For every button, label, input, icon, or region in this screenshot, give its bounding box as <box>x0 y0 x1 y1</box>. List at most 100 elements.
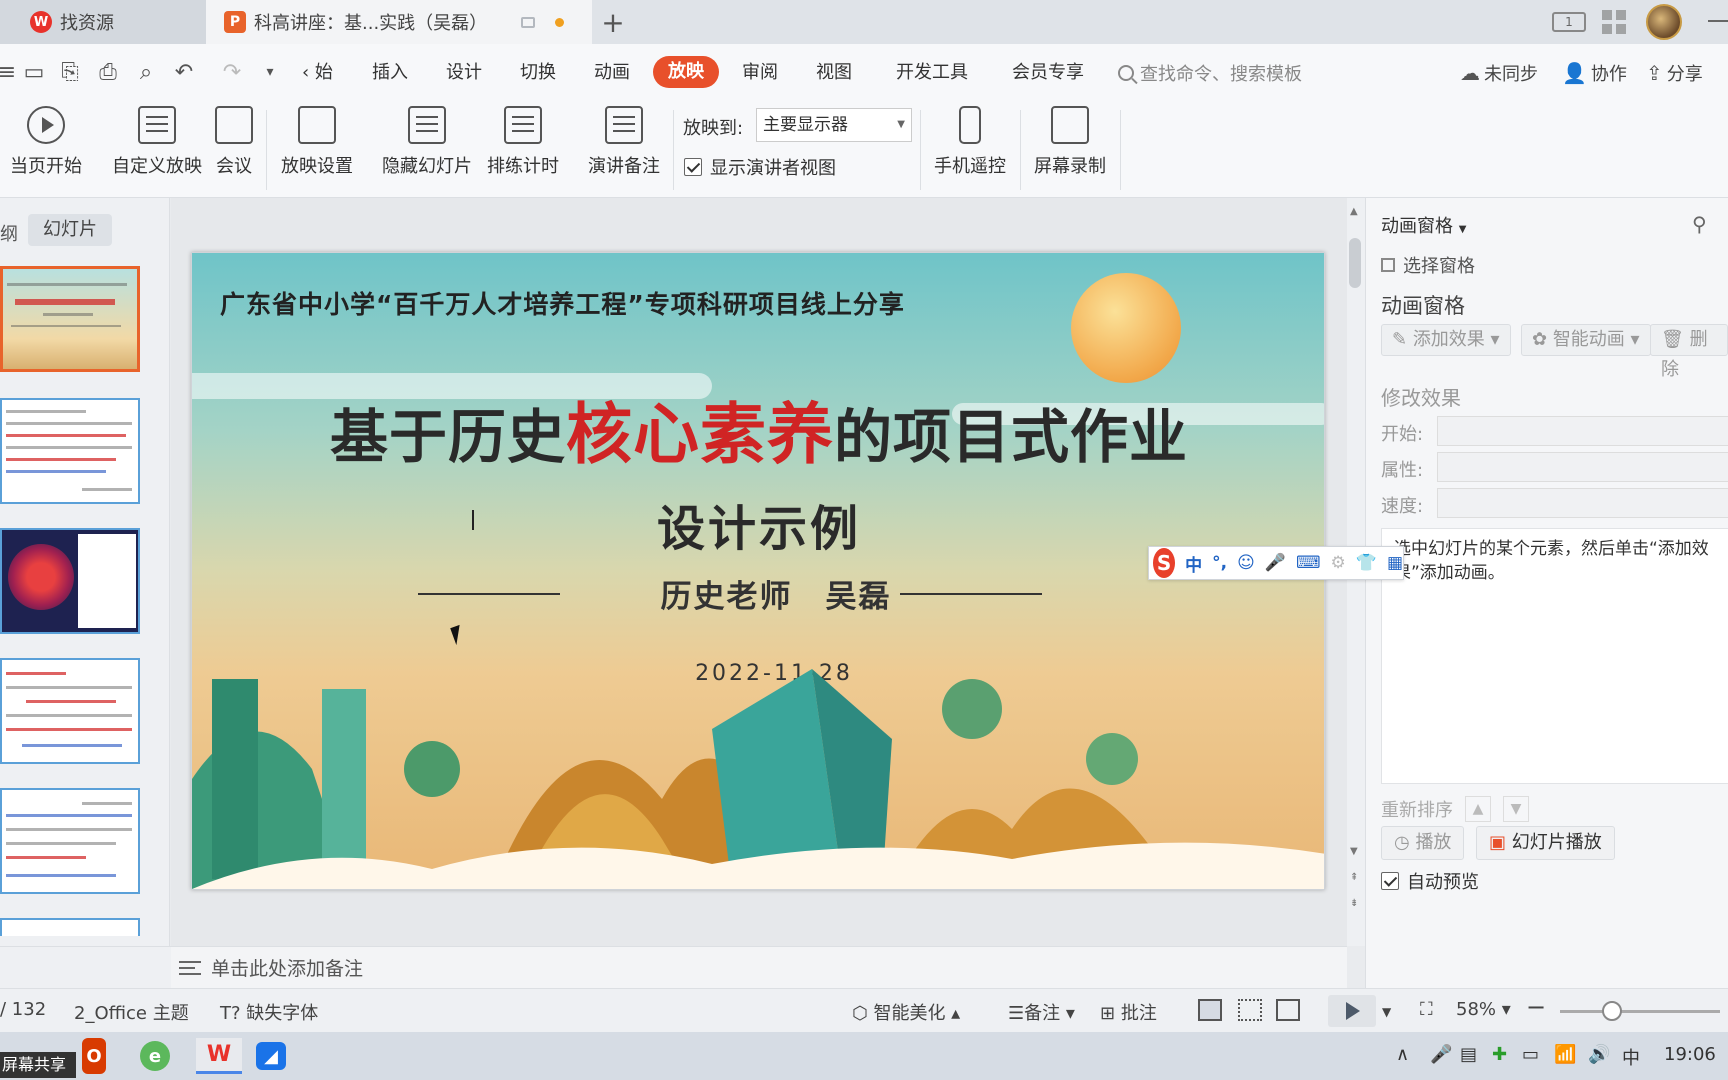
zoom-slider-knob[interactable] <box>1602 1001 1622 1021</box>
auto-preview-checkbox[interactable]: 自动预览 <box>1381 868 1479 894</box>
presenter-view-checkbox[interactable]: 显示演讲者视图 <box>684 154 836 180</box>
play-button[interactable]: ◷ 播放 <box>1381 826 1465 860</box>
skin-shirt-icon[interactable]: 👕 <box>1356 553 1377 573</box>
ime-mode-toggle[interactable]: 中 <box>1185 551 1202 576</box>
collaborate-button[interactable]: 👤 协作 <box>1562 58 1627 88</box>
notes-input[interactable]: 单击此处添加备注 <box>171 946 1347 988</box>
page-indicator[interactable]: / 132 <box>0 999 46 1020</box>
scroll-down-icon[interactable]: ▼ <box>1350 846 1358 857</box>
zoom-slider[interactable] <box>1560 1010 1720 1013</box>
theme-name[interactable]: 2_Office 主题 <box>74 999 189 1025</box>
avatar[interactable] <box>1646 4 1682 40</box>
wps-taskbar-icon[interactable]: W <box>196 1038 242 1074</box>
menu-animation[interactable]: 动画 <box>594 58 630 88</box>
slide-title[interactable]: 基于历史核心素养的项目式作业 <box>192 381 1324 477</box>
ime-punctuation-toggle[interactable]: °, <box>1212 553 1227 573</box>
smart-animation-button[interactable]: ✿ 智能动画 ▾ <box>1521 324 1651 356</box>
menu-overflow[interactable]: ‹ 始 <box>302 58 333 88</box>
menu-transition[interactable]: 切换 <box>520 58 556 88</box>
apps-grid-icon[interactable] <box>1602 10 1626 34</box>
tab-find-resources[interactable]: W 找资源 <box>0 0 206 44</box>
add-effect-button[interactable]: ✎ 添加效果 ▾ <box>1381 324 1511 356</box>
emoji-icon[interactable]: ☺ <box>1237 553 1255 573</box>
start-select[interactable] <box>1437 416 1728 446</box>
menu-slideshow[interactable]: 放映 <box>653 56 719 88</box>
print-preview-icon[interactable]: ⌕ <box>132 58 160 86</box>
delete-button[interactable]: 🗑 删除 <box>1650 324 1728 380</box>
ime-toolbar[interactable]: S 中 °, ☺ 🎤 ⌨ ⚙ 👕 ▦ <box>1148 546 1404 580</box>
missing-font-button[interactable]: T? 缺失字体 <box>220 999 318 1025</box>
share-button[interactable]: ⇪ 分享 <box>1646 58 1703 88</box>
custom-show-button[interactable]: 自定义放映 <box>112 106 202 178</box>
slide-thumbnail[interactable] <box>0 398 140 504</box>
menu-review[interactable]: 审阅 <box>742 58 778 88</box>
slide-thumbnail[interactable] <box>0 266 140 372</box>
keyboard-icon[interactable]: ⌨ <box>1296 553 1321 573</box>
select-pane-button[interactable]: 选择窗格 <box>1381 252 1475 278</box>
export-pdf-icon[interactable]: ⎘ <box>56 58 84 86</box>
smart-beautify-button[interactable]: ⬡ 智能美化 ▴ <box>852 999 960 1025</box>
zoom-level[interactable]: 58% ▾ <box>1456 999 1511 1020</box>
show-settings-button[interactable]: 放映设置 <box>281 106 353 178</box>
tray-expand-icon[interactable]: ∧ <box>1396 1044 1409 1065</box>
undo-icon[interactable]: ↶ <box>170 58 198 86</box>
battery-tray-icon[interactable]: ▭ <box>1522 1044 1539 1065</box>
scrollbar-thumb[interactable] <box>1349 238 1361 288</box>
menu-design[interactable]: 设计 <box>446 58 482 88</box>
search-input[interactable]: 查找命令、搜索模板 <box>1118 58 1302 88</box>
rehearse-timing-button[interactable]: 排练计时 <box>487 106 559 178</box>
slide-thumbnail[interactable] <box>0 788 140 894</box>
hide-slide-button[interactable]: 隐藏幻灯片 <box>382 106 472 178</box>
screen-record-button[interactable]: 屏幕录制 <box>1034 106 1106 178</box>
zoom-out-icon[interactable]: − <box>1526 993 1546 1021</box>
animation-pane-dropdown[interactable]: 动画窗格 ▼ <box>1381 212 1466 238</box>
normal-view-icon[interactable] <box>1198 999 1222 1021</box>
sync-button[interactable]: ☁ 未同步 <box>1460 58 1538 88</box>
print-icon[interactable]: ⎙ <box>94 58 122 86</box>
tab-slides[interactable]: 幻灯片 <box>28 214 112 246</box>
window-layout-icon[interactable]: 1 <box>1552 12 1586 32</box>
chevron-down-icon[interactable]: ▼ <box>1382 1005 1391 1019</box>
save-icon[interactable]: ▭ <box>20 58 48 86</box>
slide-header-text[interactable]: 广东省中小学“百千万人才培养工程”专项科研项目线上分享 <box>220 285 905 321</box>
microphone-tray-icon[interactable]: 🎤 <box>1430 1044 1452 1065</box>
menu-insert[interactable]: 插入 <box>372 58 408 88</box>
menu-view[interactable]: 视图 <box>816 58 852 88</box>
slide-thumbnail[interactable] <box>0 658 140 764</box>
menu-icon[interactable]: ≡ <box>0 58 16 86</box>
customize-chevron-icon[interactable]: ▾ <box>256 58 284 86</box>
next-slide-icon[interactable]: ⇟ <box>1350 898 1358 909</box>
property-select[interactable] <box>1437 452 1728 482</box>
clock[interactable]: 19:06 <box>1664 1044 1716 1065</box>
speed-select[interactable] <box>1437 488 1728 518</box>
move-up-icon[interactable]: ▲ <box>1465 796 1491 822</box>
slide-thumbnail[interactable] <box>0 528 140 634</box>
start-slideshow-button[interactable] <box>1328 995 1376 1027</box>
toolbox-grid-icon[interactable]: ▦ <box>1387 553 1403 573</box>
monitor-icon[interactable] <box>521 16 535 28</box>
office-icon[interactable]: O <box>82 1038 106 1074</box>
play-to-select[interactable]: 主要显示器 ▼ <box>756 108 912 142</box>
network-tray-icon[interactable]: ▤ <box>1460 1044 1477 1065</box>
speaker-notes-button[interactable]: 演讲备注 <box>588 106 660 178</box>
browser-icon[interactable]: e <box>140 1041 170 1071</box>
comments-button[interactable]: ⊞ 批注 <box>1100 999 1157 1025</box>
minimize-icon[interactable] <box>1708 20 1728 22</box>
tab-outline[interactable]: 纲 <box>0 220 18 246</box>
wifi-tray-icon[interactable]: 📶 <box>1554 1044 1576 1065</box>
menu-developer[interactable]: 开发工具 <box>896 58 968 88</box>
prev-slide-icon[interactable]: ⇞ <box>1350 872 1358 883</box>
menu-member[interactable]: 会员专享 <box>1012 58 1084 88</box>
ime-tray-indicator[interactable]: 中 <box>1622 1044 1640 1070</box>
tab-document[interactable]: P 科高讲座：基...实践（吴磊） <box>206 0 592 44</box>
slideshow-button[interactable]: ▣ 幻灯片播放 <box>1476 826 1615 860</box>
new-tab-button[interactable]: + <box>596 4 630 40</box>
sogou-ime-logo[interactable]: S <box>1153 548 1176 578</box>
meeting-button[interactable]: 会议 <box>215 106 253 178</box>
reading-view-icon[interactable] <box>1276 999 1300 1021</box>
redo-icon[interactable]: ↷ <box>218 58 246 86</box>
notes-toggle-button[interactable]: ☰备注 ▾ <box>1008 999 1075 1025</box>
tools-icon[interactable]: ⚙ <box>1331 553 1346 573</box>
slide-sorter-view-icon[interactable] <box>1238 999 1262 1021</box>
slide-thumbnail[interactable] <box>0 918 140 936</box>
